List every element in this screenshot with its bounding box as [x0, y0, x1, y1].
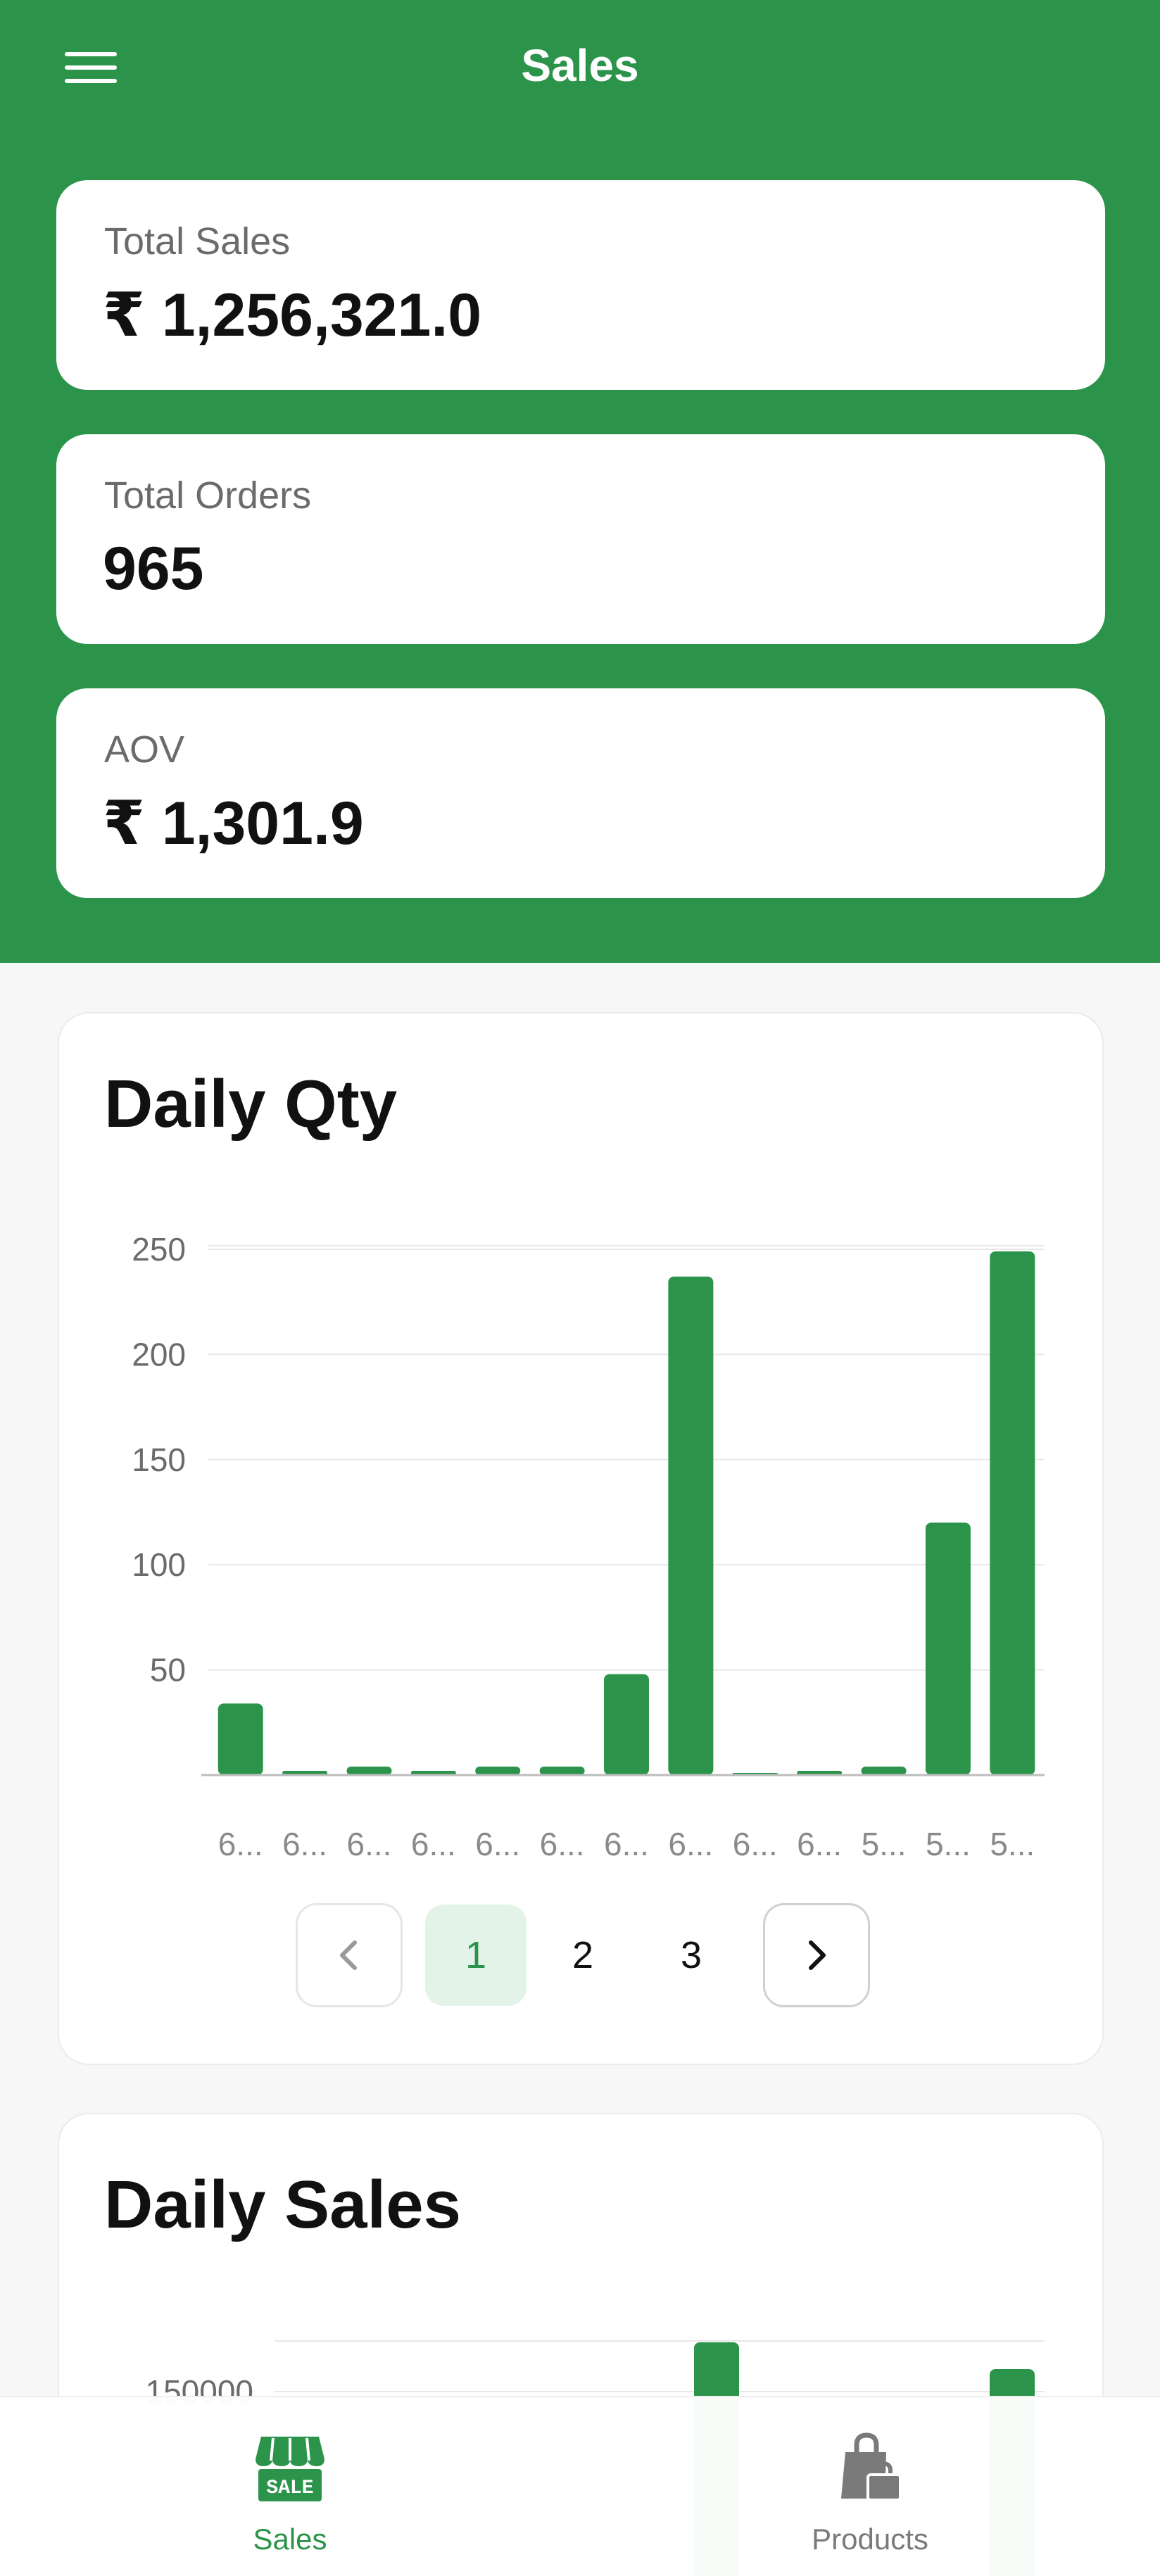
bottom-navigation: SALE Sales Products: [0, 2396, 1160, 2576]
y-tick-label: 50: [150, 1652, 186, 1688]
stat-label: AOV: [104, 728, 185, 771]
stat-value: 965: [103, 535, 204, 602]
stat-label: Total Sales: [104, 220, 291, 263]
nav-label: Sales: [253, 2523, 327, 2556]
x-tick-label: 6...: [411, 1826, 456, 1862]
stat-value: ₹ 1,301.9: [103, 790, 364, 857]
daily-qty-chart: 50 100 150 200 250 6... 6... 6... 6... 6... 6... 6.…: [132, 1231, 1045, 1862]
bar: [539, 1767, 585, 1775]
page-2-button[interactable]: 2: [532, 1905, 633, 2006]
bar: [218, 1703, 263, 1775]
page-title: Sales: [521, 40, 639, 91]
aov-card: AOV ₹ 1,301.9: [56, 688, 1105, 898]
x-tick-label: 5...: [862, 1826, 907, 1862]
x-tick-label: 6...: [540, 1826, 585, 1862]
sale-store-icon: SALE: [256, 2437, 324, 2501]
prev-page-button[interactable]: [296, 1903, 403, 2007]
stat-label: Total Orders: [104, 474, 312, 517]
nav-sales-tab[interactable]: SALE Sales: [0, 2397, 580, 2576]
x-tick-label: 6...: [668, 1826, 713, 1862]
y-tick-label: 200: [132, 1336, 186, 1372]
total-orders-card: Total Orders 965: [56, 434, 1105, 644]
chevron-right-icon: [809, 1940, 826, 1970]
bar: [668, 1276, 714, 1775]
nav-products-tab[interactable]: Products: [580, 2397, 1160, 2576]
page-1-button[interactable]: 1: [425, 1905, 527, 2006]
y-tick-label: 250: [132, 1231, 186, 1268]
bar: [925, 1522, 971, 1775]
daily-qty-panel: Daily Qty 50 100 150 200 250 6... 6... 6... 6...…: [58, 1012, 1104, 2065]
page-3-button[interactable]: 3: [641, 1905, 742, 2006]
bar: [346, 1767, 392, 1775]
x-tick-label: 6...: [346, 1826, 391, 1862]
bar: [604, 1674, 649, 1775]
header-background: Sales Total Sales ₹ 1,256,321.0 Total Or…: [0, 0, 1160, 963]
nav-label: Products: [812, 2523, 928, 2556]
x-tick-label: 6...: [475, 1826, 520, 1862]
next-page-button[interactable]: [763, 1903, 870, 2007]
shopping-bags-icon: [841, 2432, 902, 2501]
x-tick-label: 6...: [218, 1826, 263, 1862]
x-tick-label: 5...: [926, 1826, 971, 1862]
x-tick-label: 6...: [282, 1826, 327, 1862]
x-tick-label: 6...: [797, 1826, 842, 1862]
y-tick-label: 100: [132, 1546, 186, 1583]
bar: [990, 1251, 1035, 1775]
x-tick-label: 6...: [604, 1826, 649, 1862]
bar: [475, 1767, 521, 1775]
bar: [861, 1767, 907, 1775]
x-tick-label: 6...: [733, 1826, 778, 1862]
total-sales-card: Total Sales ₹ 1,256,321.0: [56, 180, 1105, 390]
chevron-left-icon: [340, 1940, 357, 1970]
svg-text:SALE: SALE: [266, 2477, 313, 2499]
x-tick-label: 5...: [990, 1826, 1035, 1862]
pagination: 1 2 3: [59, 1903, 1105, 2009]
y-tick-label: 150: [132, 1441, 186, 1478]
stat-value: ₹ 1,256,321.0: [103, 282, 482, 349]
